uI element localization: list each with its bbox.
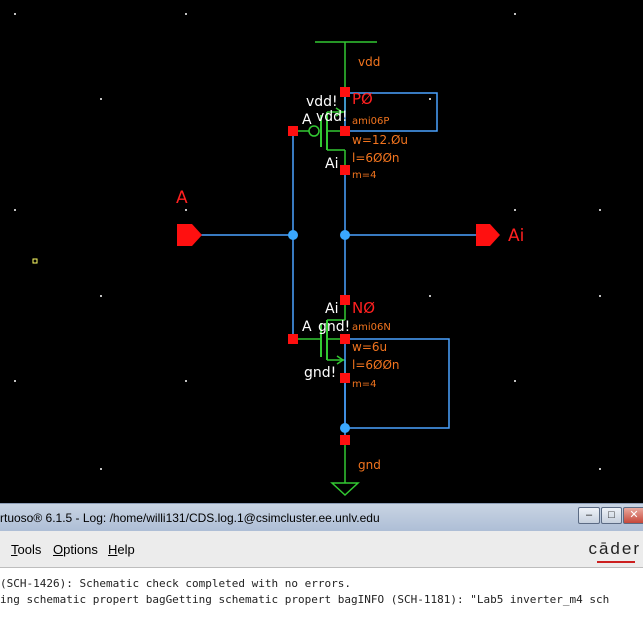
grid-dot — [514, 380, 516, 382]
terminal-pin — [340, 334, 350, 344]
nmos-multiplier: m=4 — [352, 379, 377, 390]
schematic-drawing — [14, 13, 601, 497]
nmos-gate-label: A — [302, 319, 312, 335]
pmos-drain-label: Ai — [325, 156, 339, 172]
log-line: ing schematic propert bagGetting schemat… — [0, 593, 610, 606]
pmos-instance-name: PØ — [352, 90, 373, 108]
selection-marker — [32, 258, 38, 264]
grid-dot — [514, 209, 516, 211]
grid-dot — [429, 295, 431, 297]
pmos-top-label: vdd! — [306, 94, 338, 110]
close-button[interactable]: ✕ — [623, 507, 643, 524]
grid-dot — [100, 295, 102, 297]
grid-dot — [185, 209, 187, 211]
pmos-length: l=6ØØn — [352, 151, 400, 165]
nmos-bulk-label: gnd! — [318, 319, 351, 335]
nmos-drain-label: Ai — [325, 301, 339, 317]
log-line: (SCH-1426): Schematic check completed wi… — [0, 577, 351, 590]
nmos-width: w=6u — [352, 340, 388, 354]
menu-help[interactable]: Help — [108, 542, 135, 557]
grid-dot — [14, 209, 16, 211]
input-pin — [177, 224, 202, 246]
grid-dot — [14, 13, 16, 15]
schematic-canvas[interactable]: vdd PØ vdd! A vdd! ami06P w=12.Øu Ai l=6… — [0, 0, 643, 503]
grid-dot — [14, 380, 16, 382]
nmos-model: ami06N — [352, 322, 391, 333]
grid-dot — [185, 380, 187, 382]
grid-dot — [429, 98, 431, 100]
terminal-pin — [288, 334, 298, 344]
pmos-bulk-label: vdd! — [316, 109, 348, 125]
output-pin — [476, 224, 500, 246]
junction-dot — [288, 230, 298, 240]
terminal-pin — [340, 435, 350, 445]
nmos-instance-name: NØ — [352, 299, 376, 317]
window-title: rtuoso® 6.1.5 - Log: /home/willi131/CDS.… — [0, 511, 380, 525]
log-window-titlebar[interactable]: rtuoso® 6.1.5 - Log: /home/willi131/CDS.… — [0, 503, 643, 531]
terminal-pin — [340, 87, 350, 97]
cadence-logo-accent — [597, 561, 635, 563]
maximize-button[interactable]: □ — [601, 507, 622, 524]
terminal-pin — [288, 126, 298, 136]
grid-dot — [185, 13, 187, 15]
gnd-net-label: gnd — [358, 458, 381, 472]
output-pin-label: Ai — [508, 226, 525, 246]
input-pin-label: A — [176, 188, 188, 208]
terminal-pin — [340, 165, 350, 175]
grid-dot — [514, 13, 516, 15]
junction-dot — [340, 423, 350, 433]
nmos-bottom-label: gnd! — [304, 365, 337, 381]
pmos-gate-label: A — [302, 112, 312, 128]
menu-options[interactable]: Options — [53, 542, 98, 557]
grid-dot — [100, 98, 102, 100]
grid-dot — [599, 468, 601, 470]
menu-tools[interactable]: Tools — [11, 542, 41, 557]
grid-dot — [599, 209, 601, 211]
nmos-length: l=6ØØn — [352, 358, 400, 372]
cadence-logo: cāder — [588, 539, 641, 558]
log-output[interactable]: (SCH-1426): Schematic check completed wi… — [0, 568, 643, 622]
terminal-pin — [340, 373, 350, 383]
minimize-button[interactable]: – — [578, 507, 600, 524]
pmos-multiplier: m=4 — [352, 170, 377, 181]
junction-dot — [340, 230, 350, 240]
grid-dot — [100, 468, 102, 470]
gnd-symbol — [330, 482, 360, 497]
terminal-pin — [340, 295, 350, 305]
grid-dot — [599, 295, 601, 297]
pmos-width: w=12.Øu — [352, 133, 409, 147]
menu-bar: Tools Options Help cāder — [0, 531, 643, 568]
vdd-net-label: vdd — [358, 55, 381, 69]
pmos-model: ami06P — [352, 116, 390, 127]
terminal-pin — [340, 126, 350, 136]
